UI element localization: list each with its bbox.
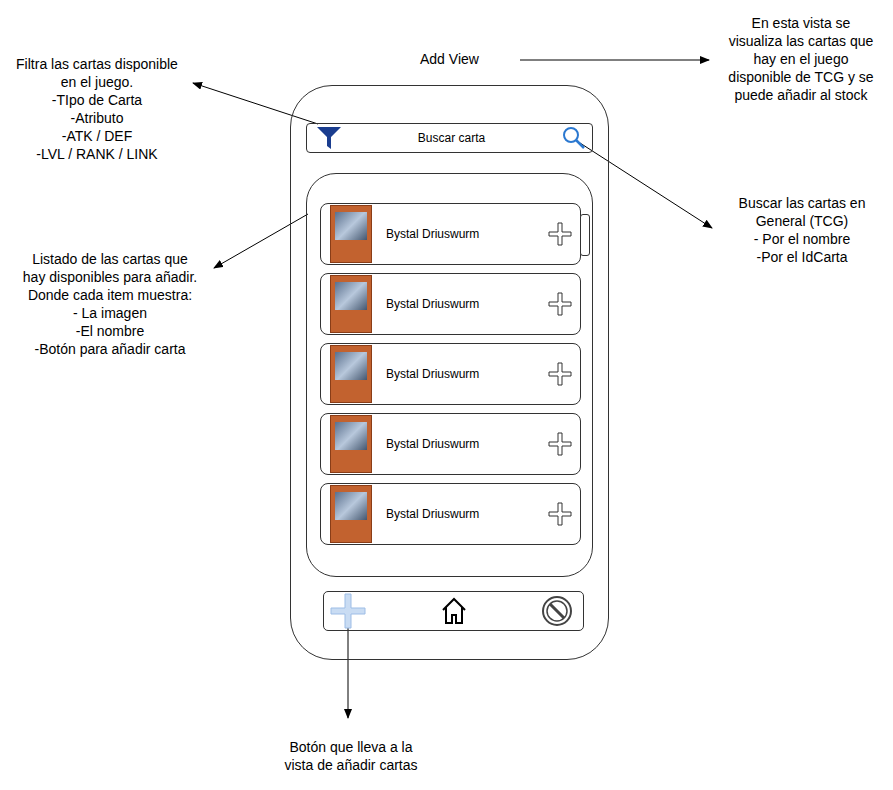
card-item[interactable]: Bystal Driuswurm (320, 273, 581, 335)
diagram-canvas: Add View Filtra las cartas disponibleen e… (0, 0, 893, 790)
card-image (330, 485, 372, 543)
card-list: Bystal Driuswurm Bystal Driuswurm Bystal D… (306, 173, 593, 577)
search-annotation: Buscar las cartas enGeneral (TCG)- Por e… (715, 194, 889, 266)
plus-icon (330, 593, 366, 629)
scrollbar[interactable] (580, 214, 590, 256)
filter-annotation: Filtra las cartas disponibleen el juego.… (4, 55, 190, 163)
nav-annotation: Botón que lleva a lavista de añadir cart… (268, 738, 434, 774)
arrows (0, 0, 893, 790)
card-image (330, 345, 372, 403)
plus-icon[interactable] (548, 222, 572, 246)
home-icon (441, 597, 467, 625)
list-annotation: Listado de las cartas quehay disponibles… (8, 250, 212, 358)
bottom-nav (323, 591, 584, 631)
add-nav-button[interactable] (330, 593, 366, 629)
plus-icon[interactable] (548, 362, 572, 386)
search-input[interactable]: Buscar carta (347, 131, 556, 145)
ban-icon (541, 595, 573, 627)
card-image (330, 415, 372, 473)
card-image (330, 275, 372, 333)
view-annotation: En esta vista sevisualiza las cartas que… (713, 14, 889, 104)
home-nav-button[interactable] (441, 597, 467, 625)
card-name: Bystal Driuswurm (386, 507, 534, 521)
card-item[interactable]: Bystal Driuswurm (320, 343, 581, 405)
card-name: Bystal Driuswurm (386, 227, 534, 241)
filter-icon[interactable] (317, 127, 341, 149)
ban-nav-button[interactable] (541, 595, 573, 627)
card-name: Bystal Driuswurm (386, 367, 534, 381)
phone-frame: Buscar cartaBystal DriuswurmBystal Drius… (290, 85, 609, 660)
card-item[interactable]: Bystal Driuswurm (320, 203, 581, 265)
plus-icon[interactable] (548, 502, 572, 526)
filter-arrow (193, 83, 318, 124)
card-item[interactable]: Bystal Driuswurm (320, 483, 581, 545)
list-arrow (214, 214, 308, 268)
search-icon[interactable] (562, 126, 586, 150)
view-arrow (520, 60, 709, 61)
card-item[interactable]: Bystal Driuswurm (320, 413, 581, 475)
card-image (330, 205, 372, 263)
search-arrow (580, 143, 712, 228)
view-title: Add View (420, 51, 479, 67)
nav-arrow (348, 626, 349, 718)
search-bar: Buscar carta (306, 123, 593, 153)
card-name: Bystal Driuswurm (386, 437, 534, 451)
card-name: Bystal Driuswurm (386, 297, 534, 311)
plus-icon[interactable] (548, 432, 572, 456)
plus-icon[interactable] (548, 292, 572, 316)
